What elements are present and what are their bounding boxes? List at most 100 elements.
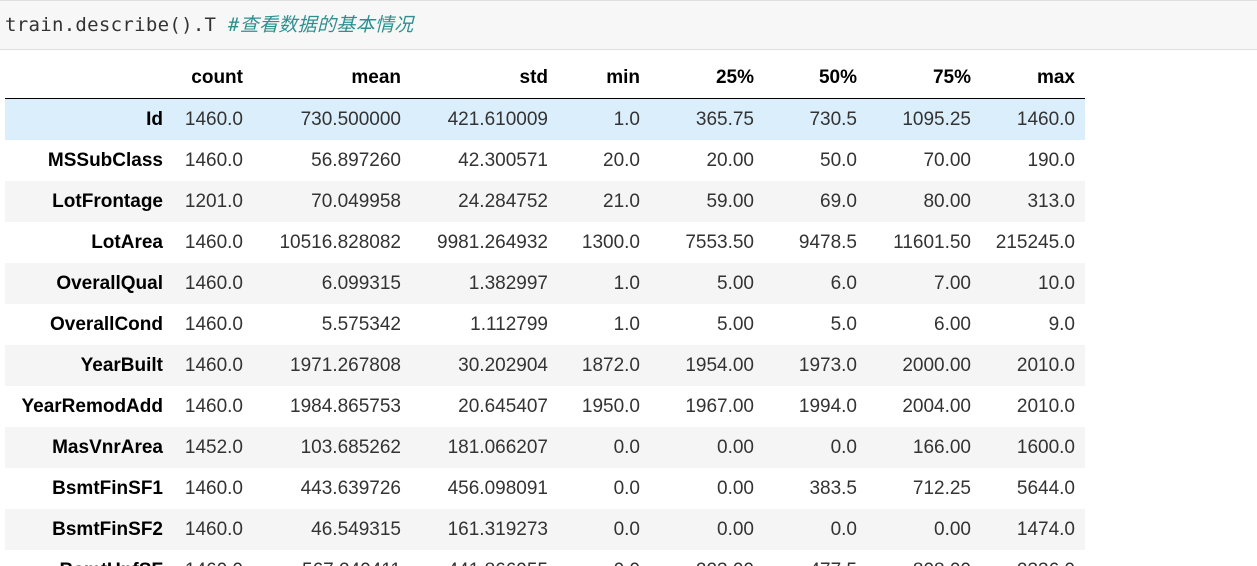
table-row: LotArea 1460.0 10516.828082 9981.264932 1300…: [5, 222, 1085, 263]
table-cell: 477.5: [764, 550, 867, 566]
table-cell: 42.300571: [458, 149, 548, 171]
table-cell: 1460.0: [184, 518, 243, 540]
table-cell: 1460.0: [184, 272, 243, 294]
table-cell: 5.00: [717, 272, 754, 294]
table-cell: 7.00: [934, 272, 971, 294]
table-cell: 808.00: [867, 550, 981, 566]
table-cell: 46.549315: [311, 518, 401, 540]
code-comment: #查看数据的基本情况: [228, 14, 414, 36]
table-cell: 0.00: [934, 518, 971, 540]
table-cell: 5.0: [830, 313, 857, 335]
table-cell: 2010.0: [1016, 354, 1075, 376]
table-cell: 712.25: [912, 477, 971, 499]
table-cell: 161.319273: [447, 518, 548, 540]
table-cell: 1973.0: [798, 354, 857, 376]
column-header: mean: [253, 58, 411, 99]
table-cell: 5.00: [717, 313, 754, 335]
table-cell: 313.0: [1027, 190, 1075, 212]
table-row: YearRemodAdd 1460.0 1984.865753 20.645407 19…: [5, 386, 1085, 427]
table-cell: 1460.0: [184, 108, 243, 130]
table-cell: 1460.0: [184, 395, 243, 417]
table-row: OverallQual 1460.0 6.099315 1.382997 1.0 5.00…: [5, 263, 1085, 304]
table-cell: 215245.0: [995, 231, 1075, 253]
table-cell: 1460.0: [173, 550, 253, 566]
table-row: Id 1460.0 730.500000 421.610009 1.0 365.75 730…: [5, 98, 1085, 140]
table-cell: 0.0: [558, 550, 650, 566]
row-label: OverallCond: [50, 313, 163, 335]
row-label: BsmtFinSF2: [52, 518, 163, 540]
table-cell: 1971.267808: [290, 354, 401, 376]
table-cell: 0.0: [830, 518, 857, 540]
table-cell: 0.0: [830, 436, 857, 458]
table-cell: 443.639726: [300, 477, 401, 499]
table-cell: 80.00: [923, 190, 971, 212]
table-cell: 1954.00: [685, 354, 754, 376]
table-cell: 1.0: [613, 313, 640, 335]
table-cell: 9478.5: [798, 231, 857, 253]
table-cell: 1460.0: [184, 313, 243, 335]
output-area: count mean std min 25% 50% 75% max Id 1460.0 730.…: [5, 58, 1085, 566]
table-cell: 365.75: [695, 108, 754, 130]
table-cell: 421.610009: [447, 108, 548, 130]
table-cell: 1095.25: [902, 108, 971, 130]
table-cell: 0.00: [717, 436, 754, 458]
code-cell[interactable]: train.describe().T #查看数据的基本情况: [0, 0, 1257, 50]
table-cell: 1.112799: [470, 313, 548, 335]
row-label: LotArea: [91, 231, 163, 253]
table-cell: 20.645407: [458, 395, 548, 417]
table-cell: 103.685262: [300, 436, 401, 458]
table-cell: 1967.00: [685, 395, 754, 417]
column-header: count: [173, 58, 253, 99]
table-cell: 1872.0: [581, 354, 640, 376]
table-cell: 20.0: [603, 149, 640, 171]
table-cell: 7553.50: [685, 231, 754, 253]
table-row: MasVnrArea 1452.0 103.685262 181.066207 0.0 0…: [5, 427, 1085, 468]
table-cell: 1460.0: [184, 231, 243, 253]
table-cell: 1950.0: [581, 395, 640, 417]
table-row: MSSubClass 1460.0 56.897260 42.300571 20.0 20…: [5, 140, 1085, 181]
table-cell: 0.00: [717, 477, 754, 499]
header-row: count mean std min 25% 50% 75% max: [5, 58, 1085, 99]
table-row: LotFrontage 1201.0 70.049958 24.284752 21.0 5…: [5, 181, 1085, 222]
table-cell: 0.0: [613, 518, 640, 540]
table-cell: 70.049958: [311, 190, 401, 212]
table-cell: 1460.0: [184, 477, 243, 499]
table-cell: 9.0: [1048, 313, 1075, 335]
row-label: Id: [146, 108, 163, 130]
table-cell: 441.866955: [411, 550, 558, 566]
table-cell: 2336.0: [981, 550, 1085, 566]
index-header: [5, 58, 173, 99]
table-cell: 1994.0: [798, 395, 857, 417]
table-cell: 6.0: [830, 272, 857, 294]
table-row: YearBuilt 1460.0 1971.267808 30.202904 1872.…: [5, 345, 1085, 386]
table-cell: 1300.0: [581, 231, 640, 253]
table-cell: 6.00: [934, 313, 971, 335]
table-cell: 1.0: [613, 272, 640, 294]
table-cell: 21.0: [603, 190, 640, 212]
table-cell: 5644.0: [1016, 477, 1075, 499]
column-header: std: [411, 58, 558, 99]
table-cell: 1.0: [613, 108, 640, 130]
table-cell: 730.500000: [300, 108, 401, 130]
table-cell: 9981.264932: [437, 231, 548, 253]
column-header: min: [558, 58, 650, 99]
column-header: 25%: [650, 58, 764, 99]
table-cell: 6.099315: [321, 272, 401, 294]
table-cell: 181.066207: [447, 436, 548, 458]
row-label: YearRemodAdd: [21, 395, 163, 417]
table-cell: 2010.0: [1016, 395, 1075, 417]
table-cell: 223.00: [650, 550, 764, 566]
table-cell: 70.00: [923, 149, 971, 171]
table-cell: 56.897260: [311, 149, 401, 171]
code-line[interactable]: train.describe().T #查看数据的基本情况: [5, 13, 414, 37]
table-cell: 11601.50: [893, 231, 971, 253]
table-cell: 1460.0: [184, 149, 243, 171]
row-label: LotFrontage: [52, 190, 163, 212]
table-row: OverallCond 1460.0 5.575342 1.112799 1.0 5.00…: [5, 304, 1085, 345]
table-cell: 730.5: [809, 108, 857, 130]
row-label: OverallQual: [56, 272, 163, 294]
table-cell: 1452.0: [184, 436, 243, 458]
table-cell: 1460.0: [1016, 108, 1075, 130]
table-cell: 2004.00: [902, 395, 971, 417]
table-cell: 1474.0: [1016, 518, 1075, 540]
